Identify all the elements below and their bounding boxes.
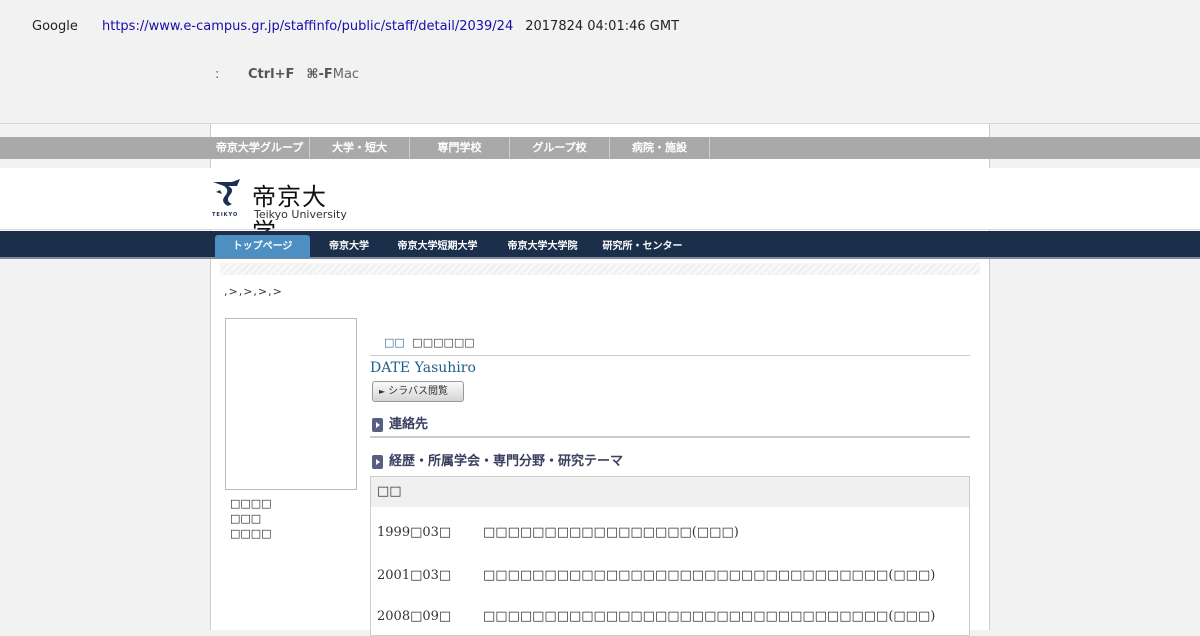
section-career-title: 経歴・所属学会・専門分野・研究テーマ xyxy=(389,454,624,469)
logo-mark-text: TEIKYO xyxy=(212,212,239,218)
tab-research-centers[interactable]: 研究所・センター xyxy=(595,235,690,258)
logo-english: Teikyo University xyxy=(254,208,347,221)
section-career: 経歴・所属学会・専門分野・研究テーマ xyxy=(370,453,970,475)
tip-colon: : xyxy=(215,67,220,82)
group-nav-item-group[interactable]: 帝京大学グループ xyxy=(210,137,310,159)
tab-graduate-school[interactable]: 帝京大学大学院 xyxy=(500,235,585,258)
history-date: 2001□03□ xyxy=(377,568,452,583)
history-text: □□□□□□□□□□□□□□□□□□□□□□□□□□□□□□□□□(□□□) xyxy=(483,568,936,583)
staff-info-list: □□□□ □□□ □□□□ xyxy=(230,496,272,541)
group-nav-bar: 帝京大学グループ 大学・短大 専門学校 グループ校 病院・施設 xyxy=(0,137,1200,159)
section-contact-title: 連絡先 xyxy=(389,417,429,432)
cache-timestamp: 2017824 04:01:46 GMT xyxy=(525,19,680,34)
syllabus-button[interactable]: ► シラバス閲覧 xyxy=(372,381,464,402)
section-bullet-icon xyxy=(372,455,383,469)
table-row: 2001□03□ □□□□□□□□□□□□□□□□□□□□□□□□□□□□□□□□… xyxy=(377,568,935,583)
search-tip-line: : Ctrl+F ⌘-FMac xyxy=(215,67,359,82)
staff-position: □□ xyxy=(384,336,405,349)
staff-name-en: DATE Yasuhiro xyxy=(370,360,476,376)
staff-info-line-1: □□□□ xyxy=(230,497,272,510)
career-history-table: □□ 1999□03□ □□□□□□□□□□□□□□□□□(□□□) 2001□0… xyxy=(370,476,970,636)
tab-top-page[interactable]: トップページ xyxy=(215,235,310,258)
mac-label: Mac xyxy=(332,67,360,82)
site-header: TEIKYO 帝京大学 Teikyo University xyxy=(0,168,1200,246)
staff-info-line-3: □□□□ xyxy=(230,527,272,540)
cached-url-link[interactable]: https://www.e-campus.gr.jp/staffinfo/pub… xyxy=(102,19,513,34)
play-arrow-icon: ► xyxy=(379,387,386,396)
group-nav-item-vocational[interactable]: 専門学校 xyxy=(410,137,510,159)
history-text: □□□□□□□□□□□□□□□□□□□□□□□□□□□□□□□□□(□□□) xyxy=(483,609,936,624)
staff-photo xyxy=(225,318,357,490)
group-nav-item-hospitals[interactable]: 病院・施設 xyxy=(610,137,710,159)
history-date: 2008□09□ xyxy=(377,609,452,624)
group-nav-item-schools[interactable]: グループ校 xyxy=(510,137,610,159)
syllabus-button-label: シラバス閲覧 xyxy=(388,386,449,397)
cache-banner: Google https://www.e-campus.gr.jp/staffin… xyxy=(0,0,1200,124)
shortcut-win: Ctrl+F xyxy=(248,67,295,82)
google-label: Google xyxy=(32,19,78,34)
decorative-stripe xyxy=(220,263,980,275)
teikyo-logo[interactable]: TEIKYO 帝京大学 Teikyo University xyxy=(210,178,350,246)
tab-teikyo-university[interactable]: 帝京大学 xyxy=(318,235,380,258)
teikyo-logo-mark-icon xyxy=(213,179,240,206)
table-row: 2008□09□ □□□□□□□□□□□□□□□□□□□□□□□□□□□□□□□□… xyxy=(377,609,935,624)
main-nav: トップページ 帝京大学 帝京大学短期大学 帝京大学大学院 研究所・センター xyxy=(0,231,1200,259)
shortcut-mac: ⌘-F xyxy=(306,67,333,82)
table-row: 1999□03□ □□□□□□□□□□□□□□□□□(□□□) xyxy=(377,525,739,540)
staff-title-row: □□ □□□□□□ xyxy=(370,334,970,356)
staff-info-line-2: □□□ xyxy=(230,512,262,525)
section-contact: 連絡先 xyxy=(370,416,970,438)
breadcrumb[interactable]: ,>,>,>,> xyxy=(224,285,283,298)
section-bullet-icon xyxy=(372,418,383,432)
history-date: 1999□03□ xyxy=(377,525,452,540)
history-text: □□□□□□□□□□□□□□□□□(□□□) xyxy=(483,525,739,540)
group-nav-item-university[interactable]: 大学・短大 xyxy=(310,137,410,159)
staff-name-jp: □□□□□□ xyxy=(412,336,475,349)
career-history-header: □□ xyxy=(371,477,969,507)
tab-junior-college[interactable]: 帝京大学短期大学 xyxy=(390,235,485,258)
cache-info-line: Google https://www.e-campus.gr.jp/staffin… xyxy=(32,19,679,34)
